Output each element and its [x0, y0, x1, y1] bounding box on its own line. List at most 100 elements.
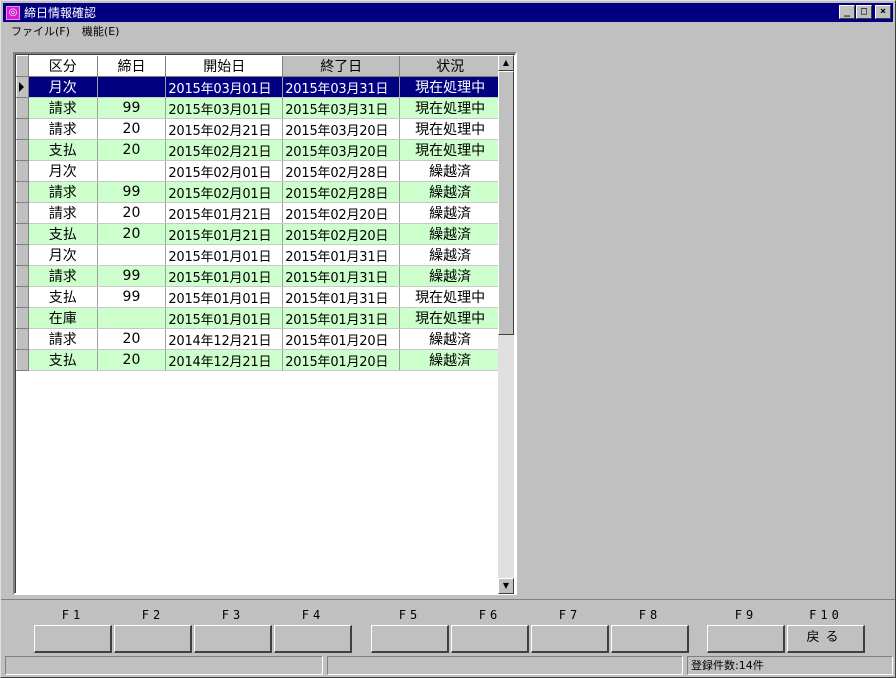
table-row[interactable]: 請求 99 2015年01月01日 2015年01月31日 繰越済	[16, 265, 501, 287]
f10-button[interactable]: 戻る	[787, 625, 865, 653]
cell-kubun[interactable]: 月次	[28, 76, 98, 98]
table-row[interactable]: 支払 20 2015年02月21日 2015年03月20日 現在処理中	[16, 139, 501, 161]
table-row[interactable]: 請求 20 2014年12月21日 2015年01月20日 繰越済	[16, 328, 501, 350]
f9-button[interactable]	[707, 625, 785, 653]
row-header[interactable]	[16, 328, 29, 350]
cell-end-date[interactable]: 2015年01月31日	[282, 307, 401, 329]
table-row[interactable]: 請求 99 2015年03月01日 2015年03月31日 現在処理中	[16, 97, 501, 119]
f4-button[interactable]	[274, 625, 352, 653]
cell-shime[interactable]: 99	[97, 97, 167, 119]
f6-button[interactable]	[451, 625, 529, 653]
cell-start-date[interactable]: 2015年01月21日	[165, 202, 284, 224]
cell-start-date[interactable]: 2015年03月01日	[165, 97, 284, 119]
cell-kubun[interactable]: 支払	[28, 139, 98, 161]
cell-status[interactable]: 繰越済	[399, 181, 501, 203]
cell-start-date[interactable]: 2015年03月01日	[165, 76, 284, 98]
cell-status[interactable]: 現在処理中	[399, 97, 501, 119]
cell-kubun[interactable]: 支払	[28, 349, 98, 371]
cell-status[interactable]: 繰越済	[399, 265, 501, 287]
cell-status[interactable]: 現在処理中	[399, 76, 501, 98]
f5-button[interactable]	[371, 625, 449, 653]
table-row[interactable]: 支払 20 2014年12月21日 2015年01月20日 繰越済	[16, 349, 501, 371]
f2-button[interactable]	[114, 625, 192, 653]
cell-status[interactable]: 繰越済	[399, 244, 501, 266]
cell-end-date[interactable]: 2015年02月28日	[282, 160, 401, 182]
cell-shime[interactable]: 20	[97, 349, 167, 371]
f7-button[interactable]	[531, 625, 609, 653]
cell-end-date[interactable]: 2015年02月28日	[282, 181, 401, 203]
cell-start-date[interactable]: 2015年01月21日	[165, 223, 284, 245]
cell-shime[interactable]: 20	[97, 202, 167, 224]
scroll-up-icon[interactable]: ▲	[498, 55, 514, 71]
cell-start-date[interactable]: 2015年01月01日	[165, 244, 284, 266]
cell-start-date[interactable]: 2015年02月21日	[165, 118, 284, 140]
f8-button[interactable]	[611, 625, 689, 653]
cell-shime[interactable]	[97, 244, 167, 266]
cell-end-date[interactable]: 2015年02月20日	[282, 223, 401, 245]
cell-start-date[interactable]: 2015年01月01日	[165, 265, 284, 287]
cell-status[interactable]: 繰越済	[399, 160, 501, 182]
cell-end-date[interactable]: 2015年03月20日	[282, 139, 401, 161]
cell-end-date[interactable]: 2015年01月31日	[282, 265, 401, 287]
f1-button[interactable]	[34, 625, 112, 653]
table-row[interactable]: 請求 20 2015年01月21日 2015年02月20日 繰越済	[16, 202, 501, 224]
table-row[interactable]: 月次 2015年01月01日 2015年01月31日 繰越済	[16, 244, 501, 266]
cell-shime[interactable]	[97, 160, 167, 182]
cell-start-date[interactable]: 2015年02月01日	[165, 181, 284, 203]
cell-shime[interactable]	[97, 307, 167, 329]
cell-start-date[interactable]: 2015年01月01日	[165, 286, 284, 308]
app-icon[interactable]: ◎	[6, 5, 20, 20]
minimize-button[interactable]: _	[839, 5, 855, 19]
cell-shime[interactable]: 99	[97, 286, 167, 308]
row-header[interactable]	[16, 349, 29, 371]
column-header-shime[interactable]: 締日	[97, 55, 167, 77]
cell-start-date[interactable]: 2014年12月21日	[165, 349, 284, 371]
cell-status[interactable]: 繰越済	[399, 349, 501, 371]
vertical-scrollbar[interactable]: ▲ ▼	[498, 55, 514, 594]
cell-status[interactable]: 現在処理中	[399, 118, 501, 140]
cell-kubun[interactable]: 月次	[28, 244, 98, 266]
cell-kubun[interactable]: 請求	[28, 202, 98, 224]
cell-start-date[interactable]: 2015年02月01日	[165, 160, 284, 182]
cell-shime[interactable]: 20	[97, 118, 167, 140]
cell-kubun[interactable]: 請求	[28, 265, 98, 287]
cell-kubun[interactable]: 請求	[28, 118, 98, 140]
table-row[interactable]: 月次 2015年03月01日 2015年03月31日 現在処理中	[16, 76, 501, 98]
cell-kubun[interactable]: 在庫	[28, 307, 98, 329]
cell-kubun[interactable]: 請求	[28, 328, 98, 350]
cell-status[interactable]: 現在処理中	[399, 139, 501, 161]
cell-shime[interactable]: 20	[97, 139, 167, 161]
cell-kubun[interactable]: 支払	[28, 223, 98, 245]
table-row[interactable]: 支払 99 2015年01月01日 2015年01月31日 現在処理中	[16, 286, 501, 308]
cell-end-date[interactable]: 2015年01月31日	[282, 244, 401, 266]
row-header[interactable]	[16, 139, 29, 161]
cell-status[interactable]: 繰越済	[399, 202, 501, 224]
cell-shime[interactable]	[97, 76, 167, 98]
cell-end-date[interactable]: 2015年01月31日	[282, 286, 401, 308]
row-header[interactable]	[16, 118, 29, 140]
cell-end-date[interactable]: 2015年03月31日	[282, 97, 401, 119]
cell-start-date[interactable]: 2015年02月21日	[165, 139, 284, 161]
cell-end-date[interactable]: 2015年02月20日	[282, 202, 401, 224]
cell-end-date[interactable]: 2015年03月20日	[282, 118, 401, 140]
cell-end-date[interactable]: 2015年01月20日	[282, 349, 401, 371]
row-header[interactable]	[16, 97, 29, 119]
row-header[interactable]	[16, 76, 29, 98]
scroll-down-icon[interactable]: ▼	[498, 578, 514, 594]
row-header[interactable]	[16, 181, 29, 203]
menu-file[interactable]: ファイル(F)	[5, 24, 76, 40]
cell-status[interactable]: 繰越済	[399, 328, 501, 350]
row-header[interactable]	[16, 223, 29, 245]
cell-end-date[interactable]: 2015年03月31日	[282, 76, 401, 98]
cell-kubun[interactable]: 請求	[28, 181, 98, 203]
cell-status[interactable]: 繰越済	[399, 223, 501, 245]
f3-button[interactable]	[194, 625, 272, 653]
table-row[interactable]: 月次 2015年02月01日 2015年02月28日 繰越済	[16, 160, 501, 182]
cell-shime[interactable]: 99	[97, 265, 167, 287]
row-header[interactable]	[16, 265, 29, 287]
cell-kubun[interactable]: 月次	[28, 160, 98, 182]
column-header-status[interactable]: 状況	[399, 55, 501, 77]
maximize-button[interactable]: □	[856, 5, 872, 19]
title-bar[interactable]: ◎ 締日情報確認 _ □ ×	[3, 3, 893, 22]
cell-shime[interactable]: 99	[97, 181, 167, 203]
